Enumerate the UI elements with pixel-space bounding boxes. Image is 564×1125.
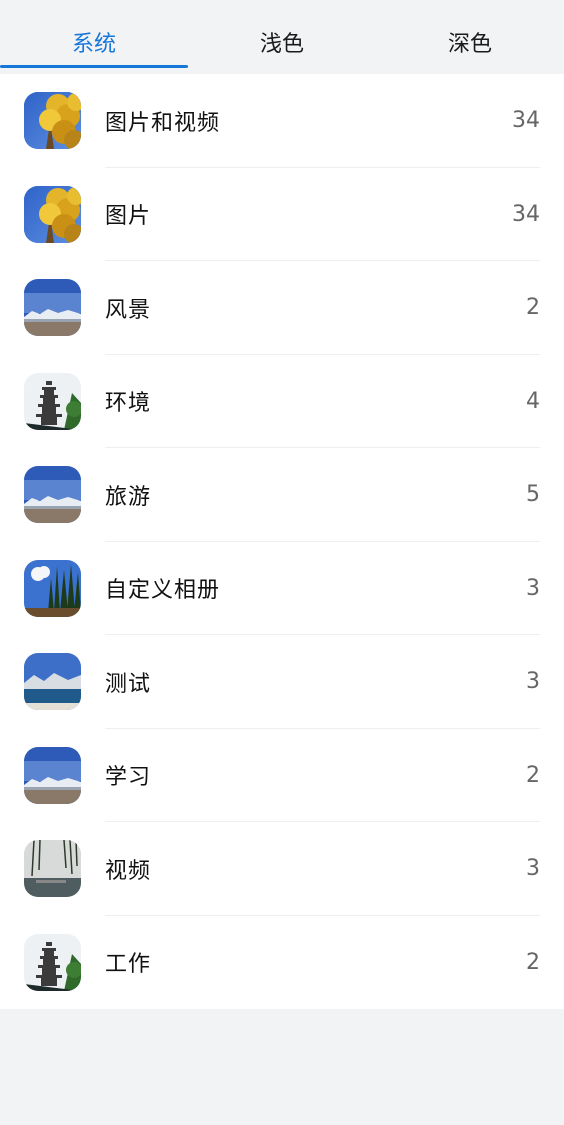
album-count: 34 <box>512 201 540 227</box>
album-count: 3 <box>526 575 540 601</box>
album-row[interactable]: 风景 2 <box>0 261 564 355</box>
tab-label: 系统 <box>71 32 116 57</box>
album-name: 测试 <box>105 671 152 697</box>
album-row[interactable]: 环境 4 <box>0 355 564 448</box>
album-row[interactable]: 测试 3 <box>0 635 564 729</box>
album-count: 2 <box>526 949 540 975</box>
album-name: 学习 <box>105 765 152 791</box>
album-thumbnail <box>24 653 81 710</box>
album-thumbnail <box>24 746 81 804</box>
album-row[interactable]: 图片和视频 34 <box>0 74 564 168</box>
album-row[interactable]: 视频 3 <box>0 822 564 916</box>
album-name: 图片 <box>105 204 152 230</box>
album-list: 图片和视频 34 图片 34 风景 2 环境 4 旅游 5 自定义相册 3 测试… <box>0 74 564 1009</box>
album-thumbnail <box>24 92 81 149</box>
album-name: 视频 <box>105 858 152 884</box>
album-thumbnail <box>24 559 81 617</box>
album-thumbnail <box>24 185 81 243</box>
album-row[interactable]: 工作 2 <box>0 916 564 1010</box>
album-row[interactable]: 学习 2 <box>0 729 564 822</box>
album-count: 3 <box>526 856 540 882</box>
album-name: 环境 <box>105 391 152 417</box>
album-count: 4 <box>526 388 540 414</box>
album-count: 2 <box>526 762 540 788</box>
tab-bar: 系统 浅色 深色 <box>0 0 564 74</box>
album-count: 2 <box>526 295 540 321</box>
album-thumbnail <box>24 372 81 430</box>
album-count: 34 <box>512 108 540 134</box>
album-name: 自定义相册 <box>105 578 221 604</box>
tab-dark[interactable]: 深色 <box>376 0 564 74</box>
album-row[interactable]: 旅游 5 <box>0 448 564 542</box>
album-row[interactable]: 图片 34 <box>0 168 564 261</box>
album-name: 旅游 <box>105 484 152 510</box>
album-count: 3 <box>526 669 540 695</box>
album-name: 工作 <box>105 952 152 978</box>
tab-label: 深色 <box>447 32 492 57</box>
tab-active-indicator <box>0 65 188 68</box>
tab-light[interactable]: 浅色 <box>188 0 376 74</box>
album-thumbnail <box>24 466 81 523</box>
album-name: 图片和视频 <box>105 110 221 136</box>
album-count: 5 <box>526 482 540 508</box>
album-row[interactable]: 自定义相册 3 <box>0 542 564 635</box>
album-thumbnail <box>24 933 81 991</box>
tab-label: 浅色 <box>259 32 304 57</box>
album-thumbnail <box>24 840 81 897</box>
album-thumbnail <box>24 279 81 336</box>
tab-system[interactable]: 系统 <box>0 0 188 74</box>
album-name: 风景 <box>105 297 152 323</box>
